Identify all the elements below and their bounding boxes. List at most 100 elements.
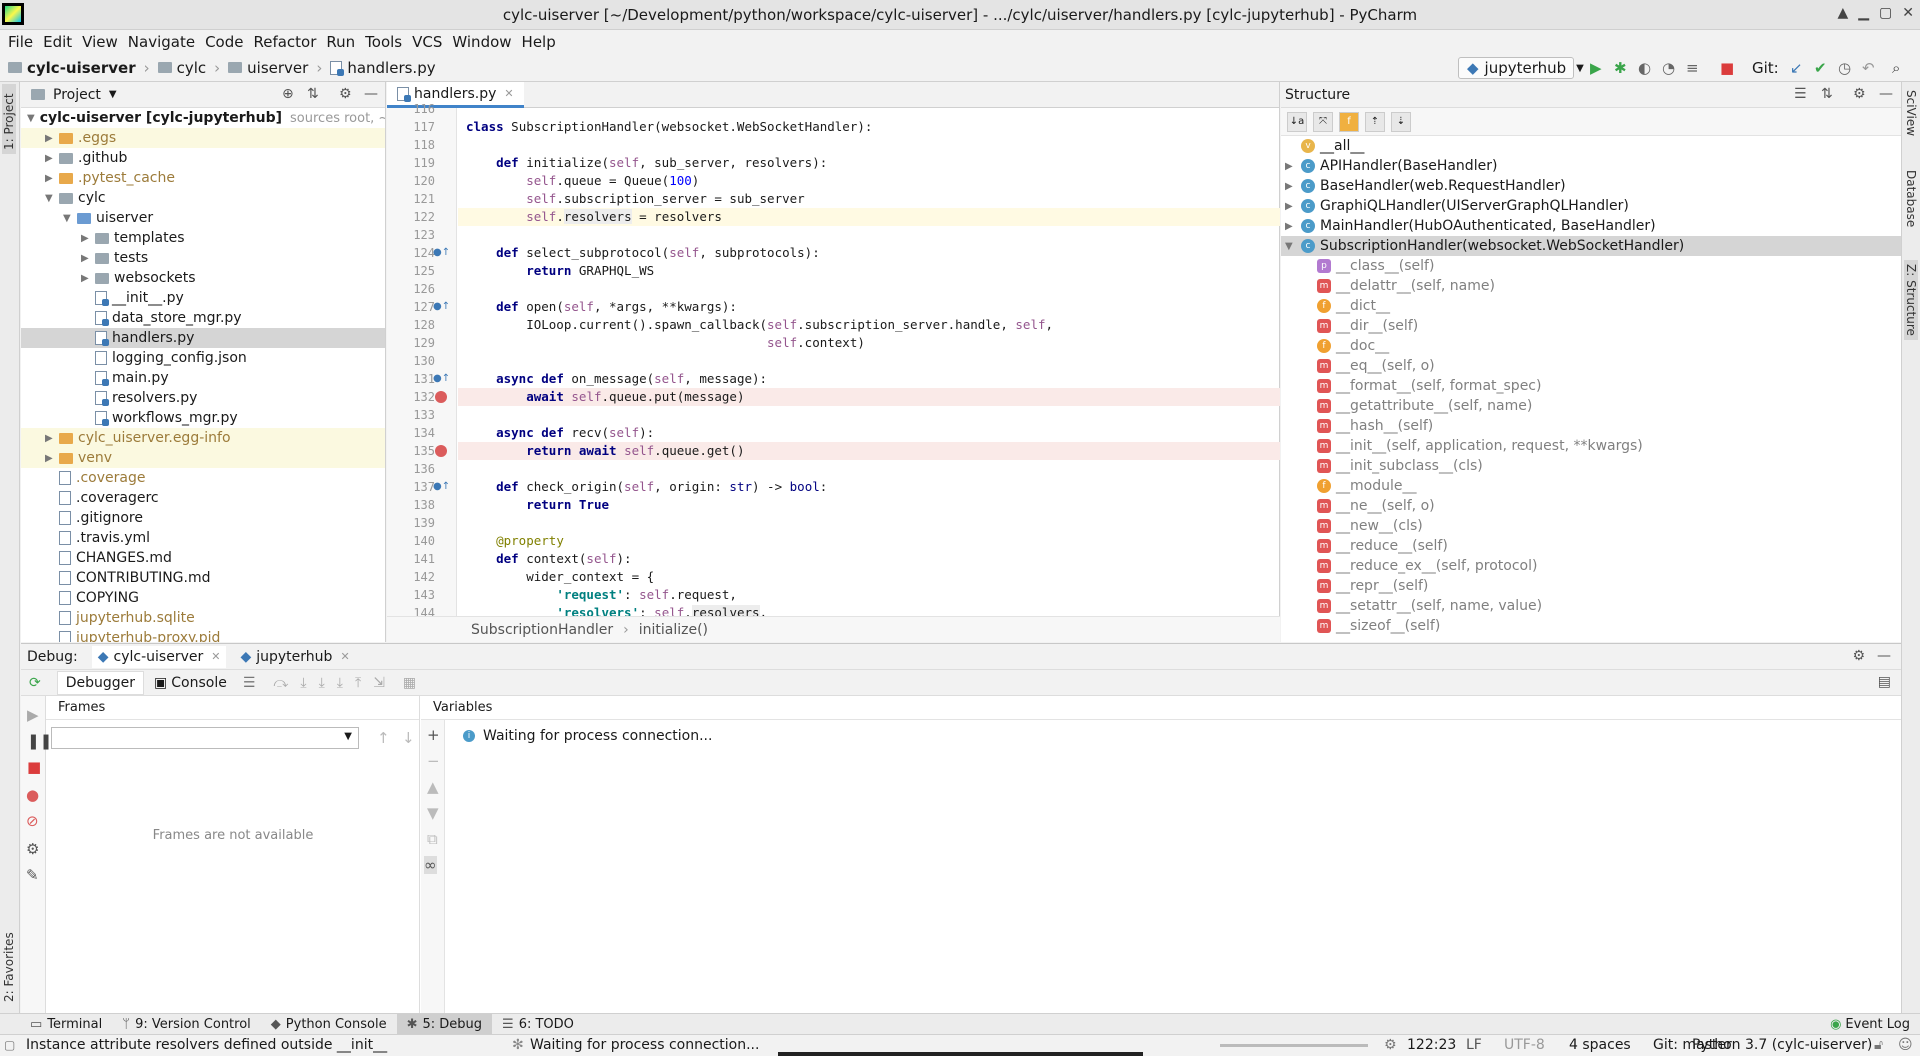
menu-tools[interactable]: Tools — [363, 33, 404, 51]
project-tree-item[interactable]: .coverage — [21, 468, 385, 488]
profile-icon[interactable]: ◔ — [1662, 59, 1675, 77]
restore-layout-icon[interactable]: ▤ — [1878, 674, 1891, 690]
inspector-icon[interactable]: ☺ — [1898, 1037, 1913, 1053]
gear-icon[interactable]: ⚙ — [339, 86, 352, 102]
chevron-down-icon[interactable]: ▼ — [109, 89, 117, 100]
breadcrumb-file[interactable]: handlers.py — [330, 59, 436, 77]
structure-item[interactable]: m __format__(self, format_spec) — [1281, 376, 1901, 396]
sort-alpha-icon[interactable]: ↓a — [1287, 111, 1307, 132]
session-tab-cylc-uiserver[interactable]: ◆ cylc-uiserver ✕ — [91, 645, 227, 668]
menu-navigate[interactable]: Navigate — [126, 33, 197, 51]
code-area[interactable]: class SubscriptionHandler(websocket.WebS… — [458, 108, 1280, 616]
coverage-icon[interactable]: ◐ — [1638, 59, 1651, 77]
structure-item[interactable]: m __new__(cls) — [1281, 516, 1901, 536]
show-inherited-icon[interactable]: ⤧ — [1313, 111, 1333, 132]
collapsed-arrow-icon[interactable]: ▶ — [45, 133, 59, 144]
editor-gutter[interactable]: 116 117 118 119 120 121 122 123 124 125 126 127 128 1… — [387, 102, 457, 620]
structure-item[interactable]: ▶ c APIHandler(BaseHandler) — [1281, 156, 1901, 176]
project-tree-item[interactable]: ▶ venv — [21, 448, 385, 468]
search-icon[interactable]: ⌕ — [1892, 59, 1900, 77]
menu-view[interactable]: View — [80, 33, 120, 51]
breadcrumb-project[interactable]: cylc-uiserver › — [8, 59, 150, 77]
project-tree-item[interactable]: resolvers.py — [21, 388, 385, 408]
project-tree-item[interactable]: ▶ websockets — [21, 268, 385, 288]
previous-frame-icon[interactable]: ↑ — [377, 729, 390, 747]
structure-item[interactable]: v __all__ — [1281, 136, 1901, 156]
structure-item[interactable]: m __reduce__(self) — [1281, 536, 1901, 556]
tool-button-6-todo[interactable]: ☰ 6: TODO — [492, 1014, 584, 1035]
mute-breakpoints-icon[interactable]: ⊘ — [26, 812, 39, 830]
collapsed-arrow-icon[interactable]: ▶ — [81, 253, 95, 264]
minimize-icon[interactable]: ▁ — [1858, 5, 1869, 21]
expanded-arrow-icon[interactable]: ▼ — [27, 113, 35, 124]
menu-code[interactable]: Code — [203, 33, 245, 51]
structure-item[interactable]: m __eq__(self, o) — [1281, 356, 1901, 376]
event-log-button[interactable]: ◉ Event Log — [1820, 1014, 1920, 1035]
structure-item[interactable]: f __doc__ — [1281, 336, 1901, 356]
collapsed-arrow-icon[interactable]: ▶ — [1285, 181, 1301, 192]
hide-icon[interactable]: — — [364, 86, 378, 102]
overrides-method-icon[interactable]: ●↑ — [433, 247, 450, 258]
gear-icon[interactable]: ⚙ — [1852, 648, 1865, 664]
resume-icon[interactable]: ▶ — [27, 706, 39, 724]
project-tree-item[interactable]: ▶ .github — [21, 148, 385, 168]
project-tree-item[interactable]: workflows_mgr.py — [21, 408, 385, 428]
layout-icon[interactable]: ☰ — [243, 675, 256, 691]
hide-icon[interactable]: — — [1879, 86, 1893, 102]
rerun-icon[interactable]: ⟳ — [29, 675, 41, 691]
project-tool-button[interactable]: 1: Project — [2, 84, 16, 154]
stop-icon[interactable]: ■ — [1720, 59, 1734, 77]
structure-item[interactable]: m __reduce_ex__(self, protocol) — [1281, 556, 1901, 576]
next-frame-icon[interactable]: ↓ — [402, 729, 415, 747]
step-into-icon[interactable]: ⤓ — [300, 675, 306, 691]
maximize-icon[interactable]: ▢ — [1879, 5, 1892, 21]
project-tree-item[interactable]: jupyterhub-proxy.pid — [21, 628, 385, 642]
stop-icon[interactable]: ■ — [27, 758, 41, 776]
structure-item[interactable]: m __delattr__(self, name) — [1281, 276, 1901, 296]
autoscroll-to-source-icon[interactable]: ⇡ — [1365, 111, 1385, 132]
close-icon[interactable]: ✕ — [1902, 5, 1914, 21]
move-up-icon[interactable]: ▲ — [427, 778, 439, 796]
structure-item[interactable]: p __class__(self) — [1281, 256, 1901, 276]
structure-item[interactable]: m __sizeof__(self) — [1281, 616, 1901, 636]
pin-icon[interactable]: ✎ — [26, 866, 39, 884]
breadcrumb-class[interactable]: SubscriptionHandler — [471, 622, 613, 638]
collapsed-arrow-icon[interactable]: ▶ — [45, 173, 59, 184]
breadcrumb-method[interactable]: initialize() — [639, 622, 708, 638]
project-tree-item[interactable]: .gitignore — [21, 508, 385, 528]
run-to-cursor-icon[interactable]: ⇲ — [373, 675, 385, 691]
collapsed-arrow-icon[interactable]: ▶ — [45, 433, 59, 444]
project-tree-item[interactable]: CONTRIBUTING.md — [21, 568, 385, 588]
show-fields-icon[interactable]: f — [1339, 111, 1359, 132]
project-tree-item[interactable]: .coveragerc — [21, 488, 385, 508]
status-message[interactable]: Instance attribute resolvers defined out… — [26, 1037, 387, 1053]
autoscroll-from-source-icon[interactable]: ⇣ — [1391, 111, 1411, 132]
project-tree-item[interactable]: COPYING — [21, 588, 385, 608]
locate-icon[interactable]: ⊕ — [282, 86, 294, 102]
breadcrumb-uiserver[interactable]: uiserver › — [228, 59, 322, 77]
gear-icon[interactable]: ⚙ — [1853, 86, 1866, 102]
tool-button-python-console[interactable]: ◆ Python Console — [261, 1014, 397, 1035]
structure-item[interactable]: m __init_subclass__(cls) — [1281, 456, 1901, 476]
project-tree-item[interactable]: ▶ .pytest_cache — [21, 168, 385, 188]
expanded-arrow-icon[interactable]: ▼ — [45, 193, 59, 204]
breakpoint-icon[interactable] — [435, 445, 447, 457]
structure-item[interactable]: ▶ c BaseHandler(web.RequestHandler) — [1281, 176, 1901, 196]
move-down-icon[interactable]: ▼ — [427, 804, 439, 822]
close-tab-icon[interactable]: ✕ — [211, 650, 220, 663]
breadcrumb-cylc[interactable]: cylc › — [157, 59, 220, 77]
collapsed-arrow-icon[interactable]: ▶ — [45, 453, 59, 464]
project-tree-item[interactable]: __init__.py — [21, 288, 385, 308]
structure-item[interactable]: ▶ c GraphiQLHandler(UIServerGraphQLHandler… — [1281, 196, 1901, 216]
window-up-icon[interactable]: ▲ — [1837, 5, 1848, 21]
cursor-position[interactable]: 122:23 — [1407, 1037, 1456, 1053]
build-icon[interactable]: ≡ — [1686, 59, 1699, 77]
tab-debugger[interactable]: Debugger — [56, 670, 145, 695]
structure-item[interactable]: m __getattribute__(self, name) — [1281, 396, 1901, 416]
collapsed-arrow-icon[interactable]: ▶ — [1285, 201, 1301, 212]
view-breakpoints-icon[interactable]: ● — [26, 786, 39, 804]
evaluate-icon[interactable]: ▦ — [403, 675, 416, 691]
project-tree-item[interactable]: logging_config.json — [21, 348, 385, 368]
thread-select[interactable]: ▼ — [51, 727, 359, 749]
expanded-arrow-icon[interactable]: ▼ — [1285, 241, 1301, 252]
